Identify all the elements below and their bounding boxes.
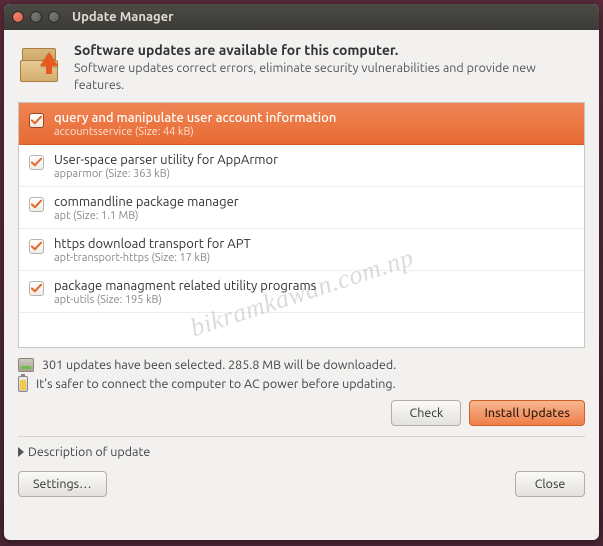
titlebar: Update Manager [4,4,599,30]
status-power: It's safer to connect the computer to AC… [18,376,585,392]
update-row[interactable]: commandline package managerapt (Size: 1.… [19,187,584,229]
header-sub: Software updates correct errors, elimina… [74,60,585,94]
update-labels: commandline package managerapt (Size: 1.… [54,195,239,222]
window-title: Update Manager [72,10,174,24]
settings-button[interactable]: Settings… [18,471,107,497]
close-window-button[interactable] [12,11,24,23]
disk-icon [18,358,34,372]
separator [18,436,585,437]
update-checkbox[interactable] [29,113,44,128]
maximize-window-button[interactable] [48,11,60,23]
update-labels: User-space parser utility for AppArmorap… [54,153,278,180]
update-sub: apt (Size: 1.1 MB) [54,210,239,222]
check-button[interactable]: Check [391,400,461,426]
update-row[interactable]: package managment related utility progra… [19,271,584,313]
update-title: User-space parser utility for AppArmor [54,153,278,167]
updates-list: query and manipulate user account inform… [18,102,585,348]
header-heading: Software updates are available for this … [74,42,585,58]
update-title: package managment related utility progra… [54,279,316,293]
action-buttons: Check Install Updates [18,400,585,426]
expander-label: Description of update [28,445,150,459]
update-sub: apt-transport-https (Size: 17 kB) [54,252,251,264]
footer: Settings… Close [18,471,585,497]
update-labels: package managment related utility progra… [54,279,316,306]
update-sub: apparmor (Size: 363 kB) [54,168,278,180]
status-power-text: It's safer to connect the computer to AC… [36,377,396,391]
update-row[interactable]: https download transport for APTapt-tran… [19,229,584,271]
close-button[interactable]: Close [515,471,585,497]
minimize-window-button[interactable] [30,11,42,23]
update-row[interactable]: User-space parser utility for AppArmorap… [19,145,584,187]
window-controls [12,11,60,23]
update-sub: apt-utils (Size: 195 kB) [54,294,316,306]
status-selection: 301 updates have been selected. 285.8 MB… [18,358,585,372]
header: Software updates are available for this … [18,42,585,94]
update-labels: query and manipulate user account inform… [54,111,336,138]
update-title: https download transport for APT [54,237,251,251]
updates-scroll[interactable]: query and manipulate user account inform… [19,103,584,347]
update-title: query and manipulate user account inform… [54,111,336,125]
triangle-right-icon [18,447,24,457]
update-checkbox[interactable] [29,197,44,212]
update-checkbox[interactable] [29,239,44,254]
description-expander[interactable]: Description of update [18,445,585,459]
update-checkbox[interactable] [29,155,44,170]
battery-icon [18,376,28,392]
package-update-icon [18,42,62,86]
update-sub: accountsservice (Size: 44 kB) [54,126,336,138]
update-manager-window: Update Manager Software updates are avai… [4,4,599,540]
update-labels: https download transport for APTapt-tran… [54,237,251,264]
update-row[interactable]: query and manipulate user account inform… [19,103,584,145]
update-title: commandline package manager [54,195,239,209]
update-checkbox[interactable] [29,281,44,296]
status-count-text: 301 updates have been selected. 285.8 MB… [42,358,396,372]
install-updates-button[interactable]: Install Updates [469,400,585,426]
content-area: Software updates are available for this … [4,30,599,540]
header-text: Software updates are available for this … [74,42,585,94]
